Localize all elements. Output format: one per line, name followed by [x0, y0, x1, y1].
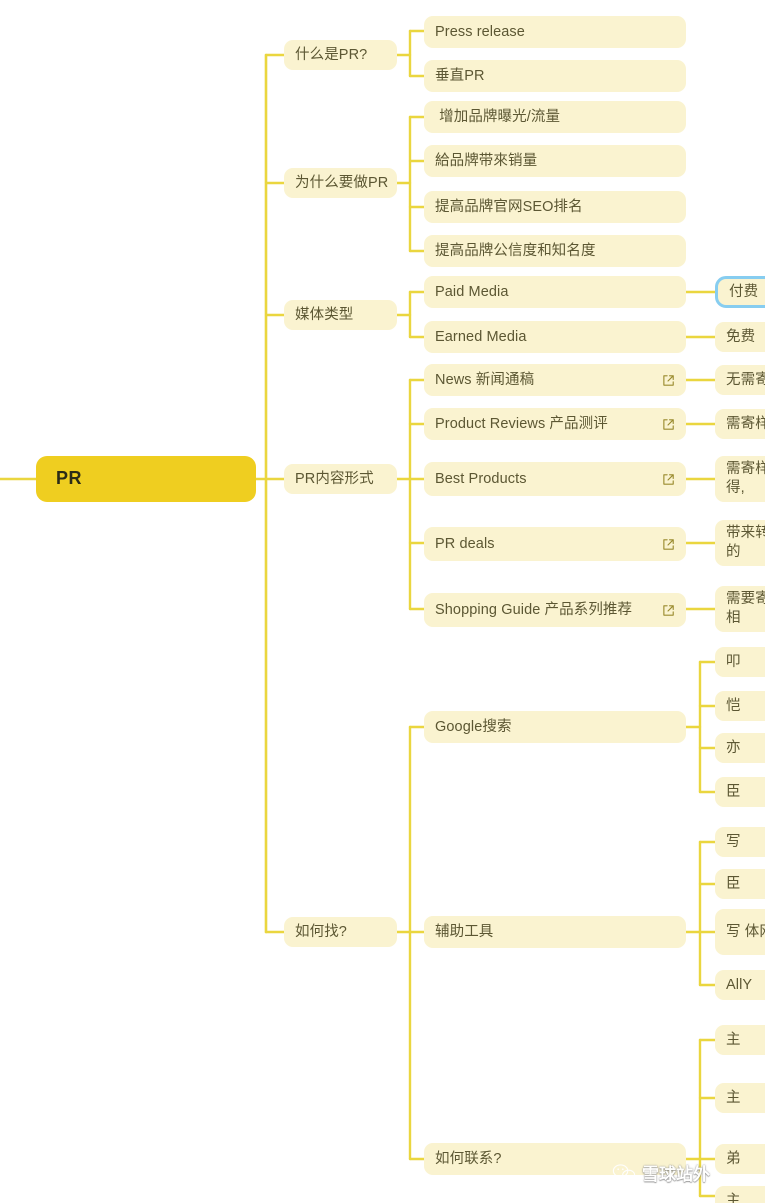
- leaf-label: AllY: [726, 976, 753, 993]
- child-node-press-release[interactable]: Press release: [424, 16, 686, 48]
- leaf-node-google-1[interactable]: 叩: [715, 647, 765, 677]
- child-label: Earned Media: [435, 328, 527, 345]
- leaf-node-product-reviews-note[interactable]: 需寄样: [715, 409, 765, 439]
- leaf-node-contact-3[interactable]: 弟: [715, 1144, 765, 1174]
- leaf-node-tool-3[interactable]: 写 体网站: [715, 909, 765, 955]
- external-link-icon[interactable]: [652, 538, 675, 551]
- child-label: Best Products: [435, 470, 527, 487]
- leaf-node-news-note[interactable]: 无需寄: [715, 365, 765, 395]
- leaf-node-google-2[interactable]: 恺: [715, 691, 765, 721]
- leaf-node-contact-2[interactable]: 主: [715, 1083, 765, 1113]
- external-link-icon[interactable]: [652, 374, 675, 387]
- leaf-label: 无需寄: [726, 371, 765, 388]
- external-link-icon[interactable]: [652, 604, 675, 617]
- branch-label: 为什么要做PR: [295, 174, 389, 191]
- leaf-label: 免费: [726, 328, 756, 345]
- child-node-how-to-contact[interactable]: 如何联系?: [424, 1143, 686, 1175]
- child-node-google-search[interactable]: Google搜索: [424, 711, 686, 743]
- mindmap-canvas[interactable]: PR 什么是PR? 为什么要做PR 媒体类型 PR内容形式 如何找? Press…: [0, 0, 765, 1203]
- leaf-label: 主: [726, 1031, 741, 1048]
- leaf-label: 叩: [726, 653, 741, 670]
- leaf-node-best-products-note[interactable]: 需寄样 获得,: [715, 456, 765, 502]
- leaf-node-contact-1[interactable]: 主: [715, 1025, 765, 1055]
- child-label: 提高品牌官网SEO排名: [435, 198, 583, 215]
- child-label: 如何联系?: [435, 1150, 502, 1167]
- child-node-earned-media[interactable]: Earned Media: [424, 321, 686, 353]
- branch-label: 如何找?: [295, 923, 347, 940]
- leaf-label: 弟: [726, 1150, 741, 1167]
- child-label: 提高品牌公信度和知名度: [435, 242, 596, 259]
- child-node-vertical-pr[interactable]: 垂直PR: [424, 60, 686, 92]
- leaf-label: 付费: [729, 283, 759, 300]
- child-label: 辅助工具: [435, 923, 494, 940]
- leaf-node-paid[interactable]: 付费: [715, 276, 765, 308]
- branch-label: 什么是PR?: [295, 46, 368, 63]
- branch-node-what-is-pr[interactable]: 什么是PR?: [284, 40, 397, 70]
- child-node-news[interactable]: News 新闻通稿: [424, 364, 686, 396]
- leaf-node-free[interactable]: 免费: [715, 322, 765, 352]
- child-node-paid-media[interactable]: Paid Media: [424, 276, 686, 308]
- child-node-credibility[interactable]: 提高品牌公信度和知名度: [424, 235, 686, 267]
- leaf-node-tool-4[interactable]: AllY: [715, 970, 765, 1000]
- child-label: 給品牌带來销量: [435, 152, 538, 169]
- child-node-helper-tools[interactable]: 辅助工具: [424, 916, 686, 948]
- child-node-shopping-guide[interactable]: Shopping Guide 产品系列推荐: [424, 593, 686, 627]
- root-node-pr[interactable]: PR: [36, 456, 256, 502]
- branch-label: 媒体类型: [295, 306, 354, 323]
- leaf-label: 亦: [726, 739, 741, 756]
- branch-node-why-do-pr[interactable]: 为什么要做PR: [284, 168, 397, 198]
- leaf-label: 需寄样 获得,: [726, 461, 765, 496]
- leaf-node-tool-2[interactable]: 臣: [715, 869, 765, 899]
- leaf-node-google-3[interactable]: 亦: [715, 733, 765, 763]
- branch-label: PR内容形式: [295, 470, 374, 487]
- child-label: Paid Media: [435, 283, 509, 300]
- child-node-product-reviews[interactable]: Product Reviews 产品测评: [424, 408, 686, 440]
- child-label: Google搜索: [435, 718, 512, 735]
- external-link-icon[interactable]: [652, 473, 675, 486]
- child-node-seo-ranking[interactable]: 提高品牌官网SEO排名: [424, 191, 686, 223]
- leaf-label: 带来转 自身的: [726, 525, 765, 560]
- leaf-label: 需要寄 属性相: [726, 591, 765, 626]
- child-node-brand-sales[interactable]: 給品牌带來销量: [424, 145, 686, 177]
- branch-node-how-to-find[interactable]: 如何找?: [284, 917, 397, 947]
- leaf-node-shopping-guide-note[interactable]: 需要寄 属性相: [715, 586, 765, 632]
- child-label: Shopping Guide 产品系列推荐: [435, 601, 633, 618]
- child-label: Press release: [435, 23, 525, 40]
- leaf-node-google-4[interactable]: 臣: [715, 777, 765, 807]
- child-label: PR deals: [435, 535, 495, 552]
- child-node-brand-exposure[interactable]: 增加品牌曝光/流量: [424, 101, 686, 133]
- leaf-label: 写 体网站: [726, 923, 765, 940]
- leaf-node-contact-4[interactable]: 主: [715, 1186, 765, 1203]
- leaf-node-pr-deals-note[interactable]: 带来转 自身的: [715, 520, 765, 566]
- child-label: 增加品牌曝光/流量: [435, 108, 561, 125]
- external-link-icon[interactable]: [652, 418, 675, 431]
- leaf-label: 主: [726, 1192, 741, 1203]
- leaf-label: 写: [726, 833, 741, 850]
- leaf-label: 主: [726, 1089, 741, 1106]
- branch-node-media-types[interactable]: 媒体类型: [284, 300, 397, 330]
- child-label: News 新闻通稿: [435, 371, 535, 388]
- root-node-label: PR: [56, 468, 83, 489]
- leaf-node-tool-1[interactable]: 写: [715, 827, 765, 857]
- child-node-best-products[interactable]: Best Products: [424, 462, 686, 496]
- child-node-pr-deals[interactable]: PR deals: [424, 527, 686, 561]
- branch-node-pr-content-forms[interactable]: PR内容形式: [284, 464, 397, 494]
- child-label: 垂直PR: [435, 67, 485, 84]
- leaf-label: 臣: [726, 783, 741, 800]
- leaf-label: 需寄样: [726, 415, 765, 432]
- child-label: Product Reviews 产品测评: [435, 415, 608, 432]
- leaf-label: 臣: [726, 875, 741, 892]
- leaf-label: 恺: [726, 697, 741, 714]
